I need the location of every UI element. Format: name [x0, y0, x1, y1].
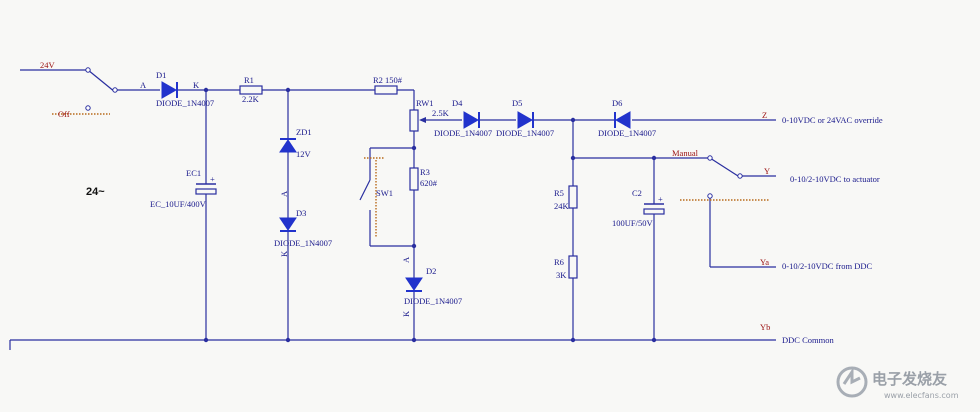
rw1-ref: RW1 — [416, 98, 433, 108]
label-24v: 24V — [40, 60, 56, 70]
diode-d3 — [279, 217, 297, 232]
d5-ref: D5 — [512, 98, 522, 108]
d2-value: DIODE_1N4007 — [404, 296, 462, 306]
rw1-value: 2.5K — [432, 108, 450, 118]
resistor-r5 — [568, 185, 578, 209]
diode-d5 — [517, 111, 534, 129]
watermark: 电子发烧友 www.elecfans.com — [836, 366, 959, 400]
wires — [9, 69, 776, 350]
zd1-value: 12V — [296, 149, 312, 159]
ec1-value: EC_10UF/400V — [150, 199, 207, 209]
diode-d6 — [614, 111, 631, 129]
output-z-desc: 0-10VDC or 24VAC override — [782, 115, 883, 125]
d3-value: DIODE_1N4007 — [274, 238, 332, 248]
d6-ref: D6 — [612, 98, 622, 108]
resistor-r6 — [568, 255, 578, 279]
r6-ref: R6 — [554, 257, 564, 267]
zd1-ref: ZD1 — [296, 127, 312, 137]
sw1-ref: SW1 — [376, 188, 393, 198]
d1-anode: A — [140, 80, 147, 90]
pin-y: Y — [764, 166, 770, 176]
d1-value: DIODE_1N4007 — [156, 98, 214, 108]
svg-text:+: + — [658, 194, 663, 204]
d1-cathode: K — [193, 80, 200, 90]
pin-z: Z — [762, 110, 767, 120]
resistor-r1 — [239, 85, 263, 95]
resistor-r2 — [374, 85, 398, 95]
output-yb-desc: DDC Common — [782, 335, 834, 345]
d3-cathode: K — [279, 250, 289, 257]
r2-ref: R2 150# — [373, 75, 403, 85]
r6-value: 3K — [556, 270, 567, 280]
watermark-name: 电子发烧友 — [872, 370, 947, 388]
c2-value: 100UF/50V — [612, 218, 653, 228]
pin-yb: Yb — [760, 322, 770, 332]
d2-cathode: K — [401, 310, 411, 317]
r1-value: 2.2K — [242, 94, 260, 104]
r3-value: 620# — [420, 178, 438, 188]
svg-text:+: + — [210, 174, 215, 184]
d5-value: DIODE_1N4007 — [496, 128, 554, 138]
circuit-schematic: + + 24V Off 24~ D1 A K DIODE_1N4007 R1 2… — [9, 60, 959, 400]
r1-ref: R1 — [244, 75, 254, 85]
potentiometer-rw1 — [409, 109, 419, 132]
d3-ref: D3 — [296, 208, 306, 218]
switch-actuators — [52, 113, 770, 238]
resistor-r3 — [409, 167, 419, 191]
zd1-anode: A — [279, 190, 289, 197]
wiper-arrow — [419, 117, 426, 123]
output-y-desc: 0-10/2-10VDC to actuator — [790, 174, 880, 184]
r5-ref: R5 — [554, 188, 564, 198]
diode-d1 — [161, 81, 178, 99]
d1-ref: D1 — [156, 70, 166, 80]
c2-ref: C2 — [632, 188, 642, 198]
d2-anode: A — [401, 256, 411, 263]
watermark-url: www.elecfans.com — [884, 391, 959, 400]
r5-value: 24K — [554, 201, 570, 211]
d4-ref: D4 — [452, 98, 463, 108]
label-off: Off — [58, 109, 70, 119]
r3-ref: R3 — [420, 167, 430, 177]
d6-value: DIODE_1N4007 — [598, 128, 656, 138]
output-ya-desc: 0-10/2-10VDC from DDC — [782, 261, 873, 271]
zener-zd1 — [279, 138, 297, 153]
pin-ya: Ya — [760, 257, 769, 267]
diode-d2 — [405, 277, 423, 292]
d4-value: DIODE_1N4007 — [434, 128, 492, 138]
ec1-ref: EC1 — [186, 168, 201, 178]
diode-d4 — [463, 111, 480, 129]
d2-ref: D2 — [426, 266, 436, 276]
label-manual: Manual — [672, 148, 699, 158]
label-ac: 24~ — [86, 186, 105, 198]
